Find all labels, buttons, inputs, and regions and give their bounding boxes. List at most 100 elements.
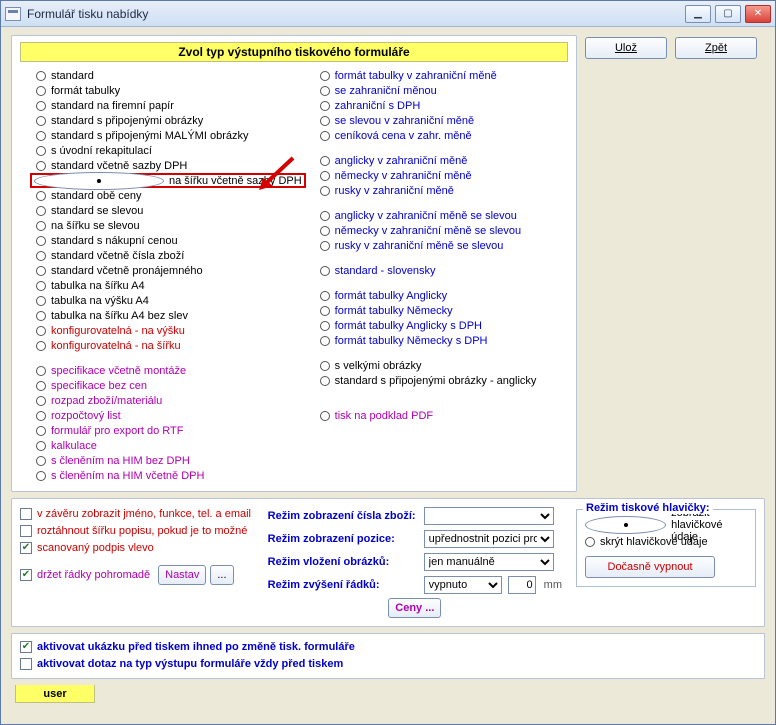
radio-icon[interactable] — [320, 156, 330, 166]
format-option[interactable]: zahraniční s DPH — [318, 98, 568, 113]
radio-icon[interactable] — [320, 291, 330, 301]
chk-aktivovat-dotaz[interactable]: aktivovat dotaz na typ výstupu formuláře… — [20, 655, 756, 672]
minimize-button[interactable]: ▁ — [685, 5, 711, 23]
radio-icon[interactable] — [36, 441, 46, 451]
format-option[interactable]: německy v zahraniční měně — [318, 168, 568, 183]
radio-icon[interactable] — [36, 311, 46, 321]
radio-show-header[interactable]: zobrazit hlavičkové údaje — [585, 516, 747, 533]
radio-icon[interactable] — [36, 131, 46, 141]
radio-icon[interactable] — [36, 281, 46, 291]
checkbox-icon[interactable] — [20, 569, 32, 581]
radio-icon[interactable] — [320, 321, 330, 331]
format-option[interactable]: standard na firemní papír — [34, 98, 306, 113]
format-option[interactable]: tabulka na šířku A4 bez slev — [34, 308, 306, 323]
radio-icon[interactable] — [36, 206, 46, 216]
radio-icon[interactable] — [36, 86, 46, 96]
radio-icon[interactable] — [36, 411, 46, 421]
save-button[interactable]: Ulož — [585, 37, 667, 59]
checkbox-icon[interactable] — [20, 542, 32, 554]
radio-icon[interactable] — [36, 251, 46, 261]
checkbox-icon[interactable] — [20, 508, 32, 520]
format-option[interactable]: standard obě ceny — [34, 188, 306, 203]
format-option[interactable]: tisk na podklad PDF — [318, 408, 568, 423]
format-option[interactable]: konfigurovatelná - na výšku — [34, 323, 306, 338]
format-option[interactable]: rusky v zahraniční měně — [318, 183, 568, 198]
chk-scanovany[interactable]: scanovaný podpis vlevo — [20, 539, 254, 556]
format-option[interactable]: ceníková cena v zahr. měně — [318, 128, 568, 143]
format-option[interactable]: rozpad zboží/materiálu — [34, 393, 306, 408]
radio-icon[interactable] — [36, 296, 46, 306]
radio-icon[interactable] — [36, 71, 46, 81]
format-option[interactable]: s členěním na HIM bez DPH — [34, 453, 306, 468]
format-option[interactable]: konfigurovatelná - na šířku — [34, 338, 306, 353]
radio-icon[interactable] — [585, 537, 595, 547]
format-option[interactable]: formát tabulky — [34, 83, 306, 98]
input-mm[interactable] — [508, 576, 536, 594]
user-tab[interactable]: user — [15, 685, 95, 703]
format-option[interactable]: standard se slevou — [34, 203, 306, 218]
format-option[interactable]: na šířku včetně sazby DPH — [30, 173, 306, 188]
nastav-button[interactable]: Nastav — [158, 565, 206, 585]
radio-icon[interactable] — [36, 456, 46, 466]
radio-icon[interactable] — [36, 101, 46, 111]
radio-icon[interactable] — [320, 101, 330, 111]
radio-icon[interactable] — [36, 426, 46, 436]
chk-aktivovat-ukazku[interactable]: aktivovat ukázku před tiskem ihned po zm… — [20, 638, 756, 655]
format-option[interactable]: tabulka na šířku A4 — [34, 278, 306, 293]
ceny-button[interactable]: Ceny ... — [388, 598, 441, 618]
radio-icon[interactable] — [320, 226, 330, 236]
back-button[interactable]: Zpět — [675, 37, 757, 59]
checkbox-icon[interactable] — [20, 641, 32, 653]
radio-icon[interactable] — [36, 221, 46, 231]
format-option[interactable]: formát tabulky Německy s DPH — [318, 333, 568, 348]
format-option[interactable]: formát tabulky Anglicky s DPH — [318, 318, 568, 333]
chk-zaveru[interactable]: v závěru zobrazit jméno, funkce, tel. a … — [20, 505, 254, 522]
format-option[interactable]: formát tabulky Německy — [318, 303, 568, 318]
sel-rezim-pozice[interactable]: upřednostnit pozici proje — [424, 530, 554, 548]
radio-icon[interactable] — [36, 326, 46, 336]
radio-icon[interactable] — [36, 341, 46, 351]
format-option[interactable]: kalkulace — [34, 438, 306, 453]
radio-icon[interactable] — [36, 236, 46, 246]
chk-drzet[interactable]: držet řádky pohromadě Nastav ... — [20, 566, 254, 583]
radio-icon[interactable] — [36, 381, 46, 391]
radio-icon[interactable] — [320, 171, 330, 181]
format-option[interactable]: s úvodní rekapitulací — [34, 143, 306, 158]
radio-icon[interactable] — [36, 471, 46, 481]
format-option[interactable]: standard s připojenými obrázky — [34, 113, 306, 128]
format-option[interactable]: formulář pro export do RTF — [34, 423, 306, 438]
radio-icon[interactable] — [320, 131, 330, 141]
format-option[interactable]: rozpočtový list — [34, 408, 306, 423]
radio-icon[interactable] — [320, 86, 330, 96]
radio-icon[interactable] — [320, 336, 330, 346]
radio-icon[interactable] — [34, 172, 164, 190]
radio-icon[interactable] — [36, 161, 46, 171]
format-option[interactable]: standard s připojenými MALÝMI obrázky — [34, 128, 306, 143]
radio-icon[interactable] — [36, 146, 46, 156]
format-option[interactable]: anglicky v zahraniční měně se slevou — [318, 208, 568, 223]
format-option[interactable]: specifikace včetně montáže — [34, 363, 306, 378]
radio-icon[interactable] — [36, 396, 46, 406]
format-option[interactable]: se zahraniční měnou — [318, 83, 568, 98]
radio-icon[interactable] — [320, 411, 330, 421]
format-option[interactable]: standard - slovensky — [318, 263, 568, 278]
radio-icon[interactable] — [36, 266, 46, 276]
sel-rezim-cisla[interactable] — [424, 507, 554, 525]
radio-icon[interactable] — [36, 116, 46, 126]
radio-icon[interactable] — [320, 361, 330, 371]
sel-rezim-obrazku[interactable]: jen manuálně — [424, 553, 554, 571]
radio-icon[interactable] — [320, 266, 330, 276]
format-option[interactable]: formát tabulky v zahraniční měně — [318, 68, 568, 83]
format-option[interactable]: standard s připojenými obrázky - anglick… — [318, 373, 568, 388]
nastav-more-button[interactable]: ... — [210, 565, 233, 585]
radio-icon[interactable] — [320, 241, 330, 251]
radio-icon[interactable] — [320, 186, 330, 196]
sel-rezim-radku[interactable]: vypnuto — [424, 576, 502, 594]
checkbox-icon[interactable] — [20, 658, 32, 670]
format-option[interactable]: se slevou v zahraniční měně — [318, 113, 568, 128]
format-option[interactable]: specifikace bez cen — [34, 378, 306, 393]
maximize-button[interactable]: ▢ — [715, 5, 741, 23]
checkbox-icon[interactable] — [20, 525, 32, 537]
format-option[interactable]: standard s nákupní cenou — [34, 233, 306, 248]
format-option[interactable]: formát tabulky Anglicky — [318, 288, 568, 303]
